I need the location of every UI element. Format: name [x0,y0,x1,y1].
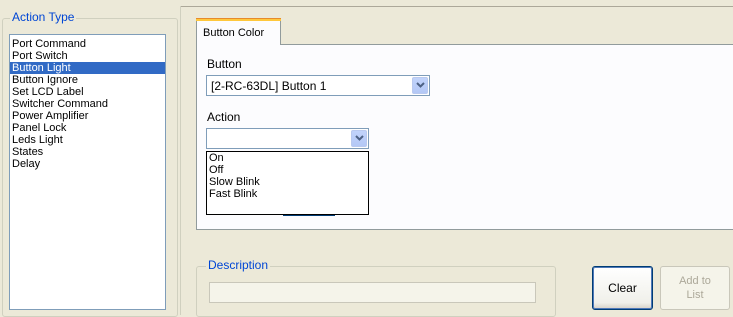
action-option-off[interactable]: Off [207,164,368,176]
action-option-on[interactable]: On [207,152,368,164]
action-type-list[interactable]: Port Command Port Switch Button Light Bu… [9,34,166,310]
add-to-list-label-line1: Add to [679,275,711,287]
top-divider [180,6,733,7]
clear-button-label: Clear [608,281,637,295]
list-item-panel-lock[interactable]: Panel Lock [10,122,165,134]
add-to-list-label-line2: List [686,289,704,301]
list-item-button-ignore[interactable]: Button Ignore [10,74,165,86]
description-field[interactable] [209,282,536,303]
list-item-switcher-command[interactable]: Switcher Command [10,98,165,110]
list-item-set-lcd-label[interactable]: Set LCD Label [10,86,165,98]
list-item-button-light[interactable]: Button Light [10,62,165,74]
list-item-port-switch[interactable]: Port Switch [10,50,165,62]
button-select-value: [2-RC-63DL] Button 1 [211,79,327,93]
action-type-legend: Action Type [10,10,77,24]
list-item-power-amplifier[interactable]: Power Amplifier [10,110,165,122]
tab-button-color[interactable]: Button Color [196,18,281,45]
action-select[interactable] [206,128,369,149]
description-legend: Description [206,258,271,272]
action-select-dropdown-button[interactable] [351,130,367,147]
list-item-port-command[interactable]: Port Command [10,38,165,50]
main-panel-border [180,6,181,315]
clear-button[interactable]: Clear [592,266,653,310]
chevron-down-icon [355,135,364,141]
button-field-label: Button [207,57,242,71]
button-select-dropdown-button[interactable] [412,77,428,94]
list-item-states[interactable]: States [10,146,165,158]
add-to-list-button[interactable]: Add to List [660,266,730,310]
list-item-delay[interactable]: Delay [10,158,165,170]
tab-label: Button Color [203,27,265,39]
list-item-leds-light[interactable]: Leds Light [10,134,165,146]
action-dropdown-list[interactable]: On Off Slow Blink Fast Blink [206,151,369,215]
tab-active-accent [196,18,281,21]
chevron-down-icon [416,82,425,88]
action-option-fast-blink[interactable]: Fast Blink [207,188,368,200]
action-field-label: Action [207,110,241,124]
button-select[interactable]: [2-RC-63DL] Button 1 [206,75,430,96]
action-option-slow-blink[interactable]: Slow Blink [207,176,368,188]
